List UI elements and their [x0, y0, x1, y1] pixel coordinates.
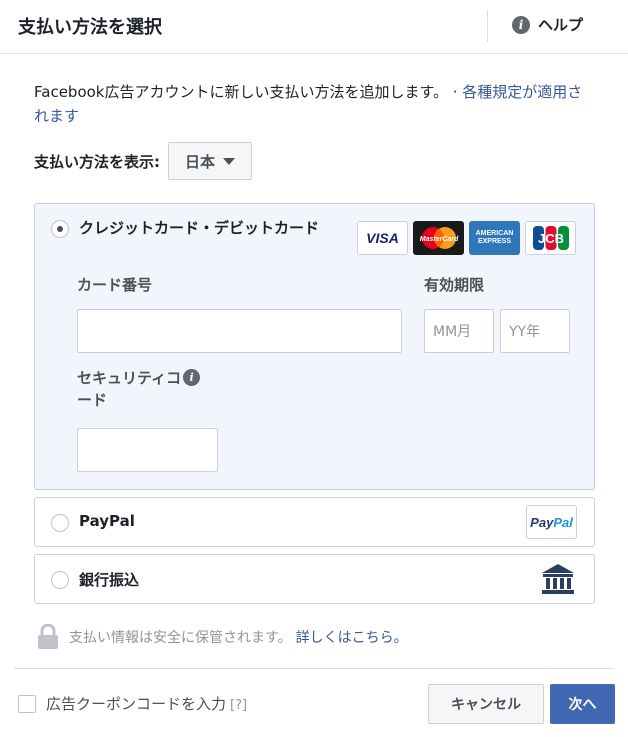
secure-info-text: 支払い情報は安全に保管されます。 [69, 630, 292, 646]
learn-more-link[interactable]: 詳しくはこちら。 [296, 627, 408, 647]
jcb-logo-text: JCB [537, 231, 563, 246]
cancel-button[interactable]: キャンセル [428, 684, 544, 724]
country-dropdown[interactable]: 日本 [168, 142, 253, 180]
card-number-label: カード番号 [77, 276, 153, 294]
bank-transfer-payment-option[interactable]: 銀行振込 [34, 554, 595, 604]
next-button[interactable]: 次へ [550, 684, 615, 724]
coupon-label: 広告クーポンコードを入力 [?] [46, 693, 247, 714]
footer-divider [14, 668, 614, 669]
visa-logo-text: VISA [366, 230, 399, 246]
help-label: ヘルプ [538, 16, 584, 34]
paypal-radio[interactable] [51, 514, 69, 532]
info-icon: i [512, 15, 530, 34]
expiry-month-input[interactable]: MM月 [424, 309, 494, 353]
card-payment-option[interactable]: クレジットカード・デビットカード VISA MasterCard AMERICA… [34, 203, 595, 490]
security-code-label: セキュリティコ i ード [77, 367, 257, 411]
country-dropdown-value: 日本 [185, 152, 216, 171]
security-code-label-line2: ード [77, 391, 108, 409]
expiry-year-input[interactable]: YY年 [500, 309, 570, 353]
bank-icon [542, 564, 574, 594]
mastercard-logo-text: MasterCard [419, 236, 458, 243]
bank-transfer-option-label: 銀行振込 [79, 571, 140, 589]
card-number-input[interactable] [77, 309, 402, 353]
card-option-label: クレジットカード・デビットカード [79, 219, 320, 237]
display-country-label: 支払い方法を表示: [34, 152, 160, 171]
coupon-label-text: 広告クーポンコードを入力 [46, 695, 227, 713]
header-divider [487, 10, 488, 42]
chevron-down-icon [223, 157, 236, 165]
bank-transfer-radio[interactable] [51, 571, 69, 589]
coupon-checkbox[interactable] [18, 695, 36, 713]
secure-info-note: 支払い情報は安全に保管されます。 詳しくはこちら。 [37, 624, 408, 650]
amex-logo-icon: AMERICAN EXPRESS [469, 221, 520, 255]
paypal-logo-pay: Pay [530, 514, 554, 530]
description-body: Facebook広告アカウントに新しい支払い方法を追加します。 · [34, 83, 463, 101]
expiry-label: 有効期限 [424, 276, 485, 294]
coupon-help-hint[interactable]: [?] [230, 698, 247, 713]
visa-logo-icon: VISA [357, 221, 408, 255]
dialog-header: 支払い方法を選択 i ヘルプ [0, 0, 628, 54]
info-icon[interactable]: i [183, 369, 201, 386]
security-code-input[interactable] [77, 428, 218, 472]
mastercard-circles: MasterCard [419, 227, 458, 249]
lock-icon [38, 624, 58, 649]
help-button[interactable]: i ヘルプ [512, 14, 583, 35]
display-country-row: 支払い方法を表示: 日本 [34, 142, 253, 180]
card-radio[interactable] [51, 220, 69, 238]
paypal-logo-pal: Pal [553, 514, 573, 530]
description-text: Facebook広告アカウントに新しい支払い方法を追加します。 · 各種規定が適… [34, 80, 594, 128]
jcb-logo-icon: JCB [525, 221, 576, 255]
paypal-payment-option[interactable]: PayPal Pay Pal [34, 497, 595, 547]
security-code-label-line1: セキュリティコ [77, 369, 182, 387]
mastercard-logo-icon: MasterCard [413, 221, 464, 255]
jcb-stripes: JCB [532, 226, 569, 250]
paypal-logo-icon: Pay Pal [526, 505, 577, 539]
dialog-title: 支払い方法を選択 [18, 17, 162, 38]
amex-logo-text: AMERICAN EXPRESS [475, 230, 514, 245]
paypal-option-label: PayPal [79, 512, 135, 530]
